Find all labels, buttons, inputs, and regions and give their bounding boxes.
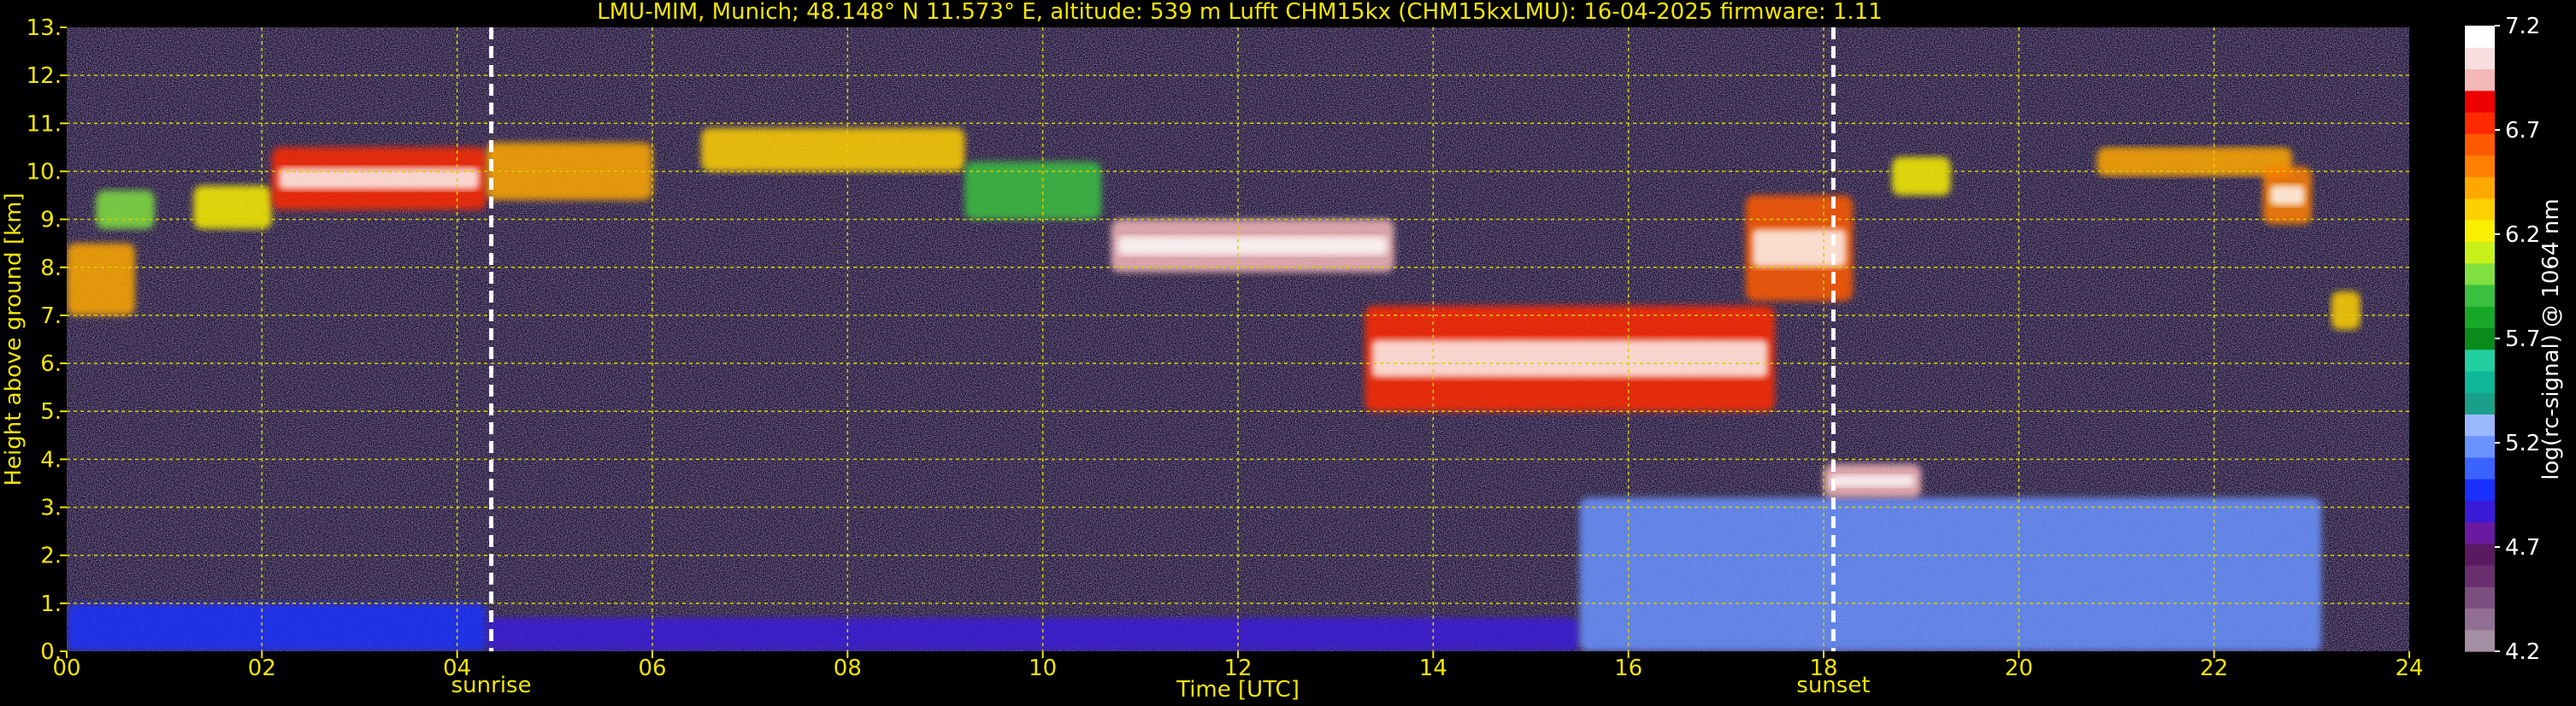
colorbar-swatch-19 [2465, 220, 2495, 243]
x-tick-label-2: 04 [443, 656, 471, 681]
colorbar-tick-label-1: 4.7 [2505, 535, 2540, 561]
colorbar-swatch-9 [2465, 435, 2495, 458]
y-tick-label-10: 10. [27, 159, 62, 185]
feature-cirrus-13 [2331, 291, 2361, 330]
y-tick-label-4: 4. [40, 447, 62, 473]
feature-cirrus-5 [701, 127, 965, 172]
colorbar-tick-label-2: 5.2 [2505, 431, 2540, 456]
colorbar-swatch-17 [2465, 262, 2495, 285]
y-tick-label-12: 12. [27, 63, 62, 89]
colorbar-swatch-23 [2465, 133, 2495, 156]
colorbar-swatch-26 [2465, 68, 2495, 91]
y-tick-label-1: 1. [40, 591, 62, 617]
feature-cirrus-0 [67, 243, 135, 315]
colorbar-tick-label-6: 7.2 [2505, 14, 2540, 39]
colorbar-tick-label-4: 6.2 [2505, 222, 2540, 248]
colorbar-swatches [2465, 26, 2495, 652]
colorbar-swatch-14 [2465, 327, 2495, 350]
y-tick-label-0: 0. [40, 639, 62, 665]
colorbar-swatch-2 [2465, 586, 2495, 609]
colorbar-swatch-10 [2465, 414, 2495, 437]
colorbar-swatch-6 [2465, 500, 2495, 523]
colorbar-tick-label-0: 4.2 [2505, 639, 2540, 665]
feature-cirrus-2 [193, 185, 272, 229]
colorbar-tick-label-5: 6.7 [2505, 118, 2540, 144]
colorbar-swatch-25 [2465, 90, 2495, 113]
colorbar-tick-label-3: 5.7 [2505, 327, 2540, 352]
feature-cirrus-6 [964, 162, 1102, 220]
x-tick-label-5: 10 [1029, 656, 1057, 681]
feature-core-8 [1371, 339, 1768, 378]
y-tick-label-5: 5. [40, 399, 62, 425]
feature-core-3 [278, 167, 480, 191]
feature-boundary-layer-15 [486, 617, 1580, 651]
y-tick-label-11: 11. [27, 111, 62, 137]
colorbar-swatch-27 [2465, 47, 2495, 70]
y-tick-label-9: 9. [40, 208, 62, 233]
feature-boundary-layer-14 [67, 603, 486, 651]
feature-core-12 [2269, 185, 2305, 206]
y-tick-label-8: 8. [40, 256, 62, 281]
x-tick-label-10: 20 [2005, 656, 2033, 681]
y-tick-label-13: 13. [27, 15, 62, 41]
colorbar-swatch-7 [2465, 479, 2495, 501]
x-tick-label-1: 02 [248, 656, 276, 681]
colorbar-label: log(rc-signal) @ 1064 nm [2538, 198, 2564, 479]
feature-core-17 [1830, 474, 1915, 487]
x-tick-label-12: 24 [2395, 656, 2423, 681]
y-tick-label-6: 6. [40, 351, 62, 377]
ceilometer-chart: LMU-MIM, Munich; 48.148° N 11.573° E, al… [0, 0, 2576, 706]
feature-cirrus-10 [1891, 156, 1951, 196]
colorbar-swatch-15 [2465, 306, 2495, 328]
colorbar-swatch-22 [2465, 155, 2495, 178]
plot-area: sunrise sunset [67, 27, 2409, 698]
x-tick-label-4: 08 [834, 656, 862, 681]
feature-cirrus-1 [96, 190, 155, 229]
x-tick-label-3: 06 [638, 656, 666, 681]
y-tick-label-2: 2. [40, 544, 62, 569]
colorbar-swatch-1 [2465, 608, 2495, 631]
x-tick-label-11: 22 [2200, 656, 2228, 681]
colorbar-swatch-28 [2465, 26, 2495, 48]
x-tick-label-8: 16 [1614, 656, 1642, 681]
x-tick-label-7: 14 [1419, 656, 1447, 681]
feature-boundary-layer-16 [1579, 497, 2322, 651]
x-tick-label-9: 18 [1809, 656, 1837, 681]
y-tick-label-3: 3. [40, 496, 62, 521]
colorbar-swatch-11 [2465, 392, 2495, 415]
chart-title: LMU-MIM, Munich; 48.148° N 11.573° E, al… [597, 0, 1882, 25]
colorbar-swatch-5 [2465, 521, 2495, 544]
feature-core-7 [1117, 236, 1388, 256]
y-tick-label-7: 7. [40, 303, 62, 329]
colorbar-swatch-20 [2465, 197, 2495, 221]
colorbar-swatch-13 [2465, 349, 2495, 372]
colorbar-swatch-0 [2465, 629, 2495, 652]
colorbar-swatch-12 [2465, 370, 2495, 393]
x-axis-label: Time [UTC] [1176, 677, 1300, 703]
colorbar-swatch-8 [2465, 456, 2495, 479]
colorbar-swatch-4 [2465, 543, 2495, 566]
colorbar-swatch-21 [2465, 176, 2495, 199]
colorbar-swatch-24 [2465, 111, 2495, 134]
colorbar-swatch-16 [2465, 284, 2495, 307]
colorbar-swatch-3 [2465, 565, 2495, 587]
colorbar-swatch-18 [2465, 241, 2495, 264]
y-axis-label: Height above ground [km] [1, 192, 27, 485]
